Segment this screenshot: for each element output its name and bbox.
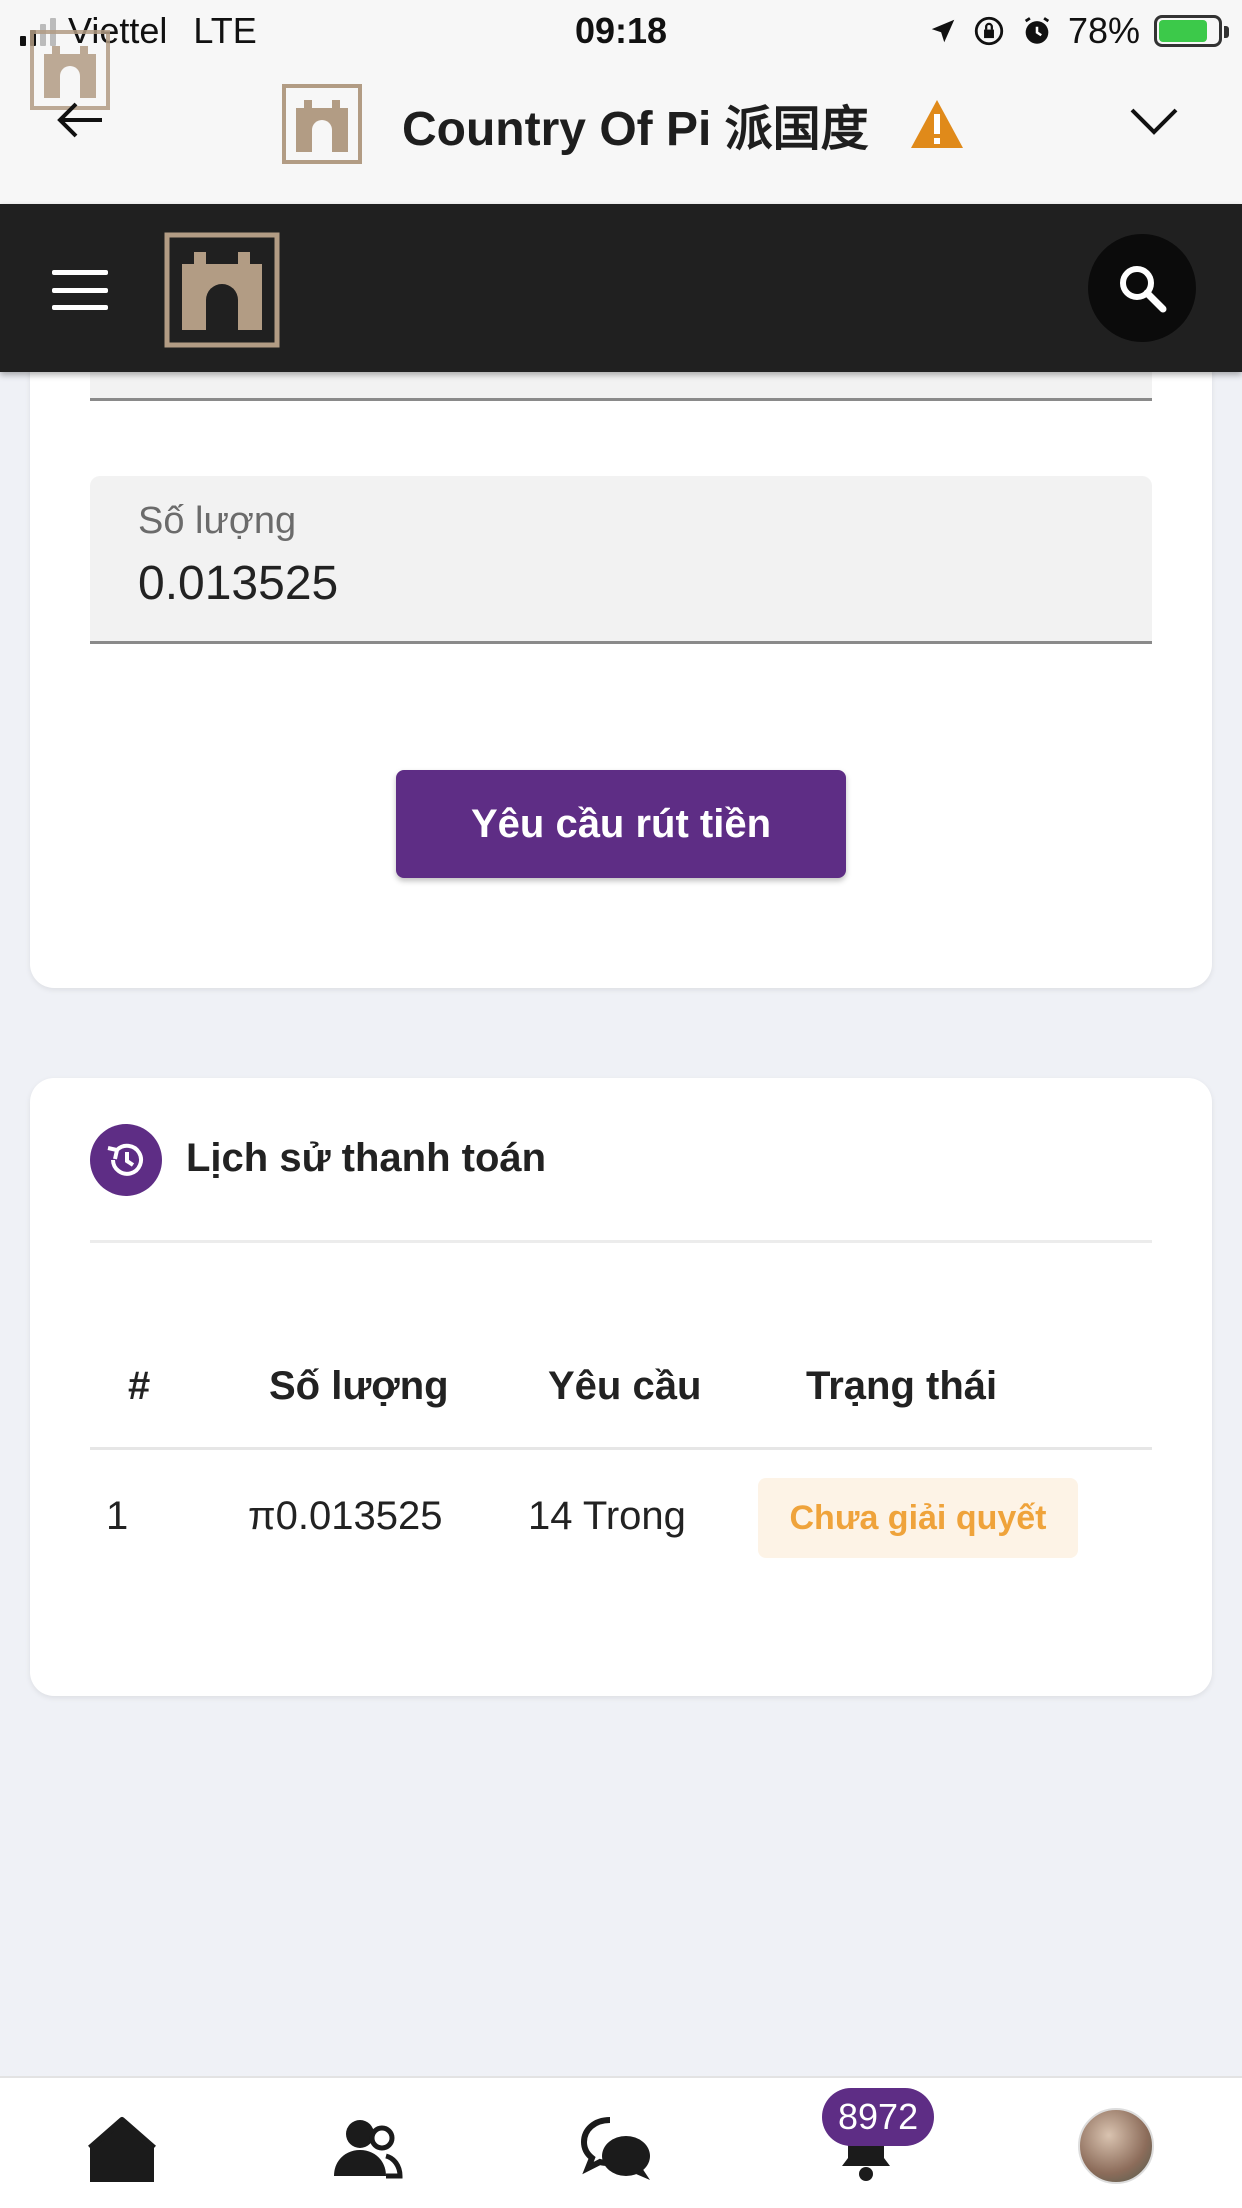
title-group: Country Of Pi 派国度	[282, 84, 965, 164]
previous-field-underline	[90, 398, 1152, 401]
chat-icon	[580, 2117, 650, 2180]
battery-percent: 78%	[1067, 10, 1140, 51]
status-bar: Viettel LTE 09:18 78%	[0, 0, 1242, 62]
status-badge: Chưa giải quyết	[758, 1478, 1078, 1558]
notification-badge: 8972	[822, 2088, 935, 2146]
amount-value[interactable]: 0.013525	[138, 556, 338, 611]
column-header-request: Yêu cầu	[548, 1364, 702, 1408]
divider	[90, 1240, 1152, 1243]
back-button[interactable]	[50, 90, 120, 150]
tab-friends[interactable]	[326, 2110, 406, 2190]
history-icon	[90, 1124, 162, 1196]
bottom-tab-bar: 8972	[0, 2076, 1242, 2208]
alarm-icon	[1024, 17, 1050, 44]
castle-logo-icon	[282, 84, 362, 164]
withdraw-request-button[interactable]: Yêu cầu rút tiền	[396, 770, 846, 878]
column-header-index: #	[128, 1364, 151, 1408]
tab-home[interactable]	[82, 2110, 162, 2190]
history-table: # Số lượng Yêu cầu Trạng thái 1 π0.01352…	[90, 1348, 1152, 1576]
battery-icon	[1154, 15, 1229, 47]
cell-index: 1	[106, 1494, 129, 1538]
site-navbar	[0, 204, 1242, 372]
home-icon	[88, 2117, 156, 2182]
search-button[interactable]	[1088, 234, 1196, 342]
app-header: Country Of Pi 派国度	[0, 30, 1242, 204]
table-header: # Số lượng Yêu cầu Trạng thái	[90, 1348, 1152, 1450]
column-header-amount: Số lượng	[269, 1364, 449, 1408]
status-right: 78%	[928, 10, 1229, 52]
withdraw-card: Số lượng 0.013525 Yêu cầu rút tiền	[30, 330, 1212, 988]
back-arrow-icon	[57, 102, 102, 138]
friends-icon	[334, 2120, 403, 2179]
menu-icon[interactable]	[52, 270, 108, 310]
amount-label: Số lượng	[138, 500, 297, 542]
warning-icon[interactable]	[909, 98, 965, 150]
tab-chat[interactable]	[576, 2110, 656, 2190]
table-row: 1 π0.013525 14 Trong Chưa giải quyết	[90, 1450, 1152, 1576]
chevron-down-icon[interactable]	[1126, 92, 1182, 148]
cell-amount: π0.013525	[248, 1494, 443, 1538]
cell-request: 14 Trong	[528, 1494, 686, 1538]
app-title: Country Of Pi 派国度	[402, 103, 869, 156]
avatar[interactable]	[1078, 2108, 1154, 2184]
search-icon	[1120, 266, 1167, 313]
castle-logo-icon[interactable]	[164, 232, 280, 348]
amount-field[interactable]: Số lượng 0.013525	[90, 476, 1152, 644]
payment-history-card: Lịch sử thanh toán # Số lượng Yêu cầu Tr…	[30, 1078, 1212, 1696]
location-icon	[931, 19, 955, 43]
rotation-lock-icon	[974, 16, 1004, 46]
history-title: Lịch sử thanh toán	[186, 1136, 547, 1180]
column-header-status: Trạng thái	[806, 1364, 998, 1408]
